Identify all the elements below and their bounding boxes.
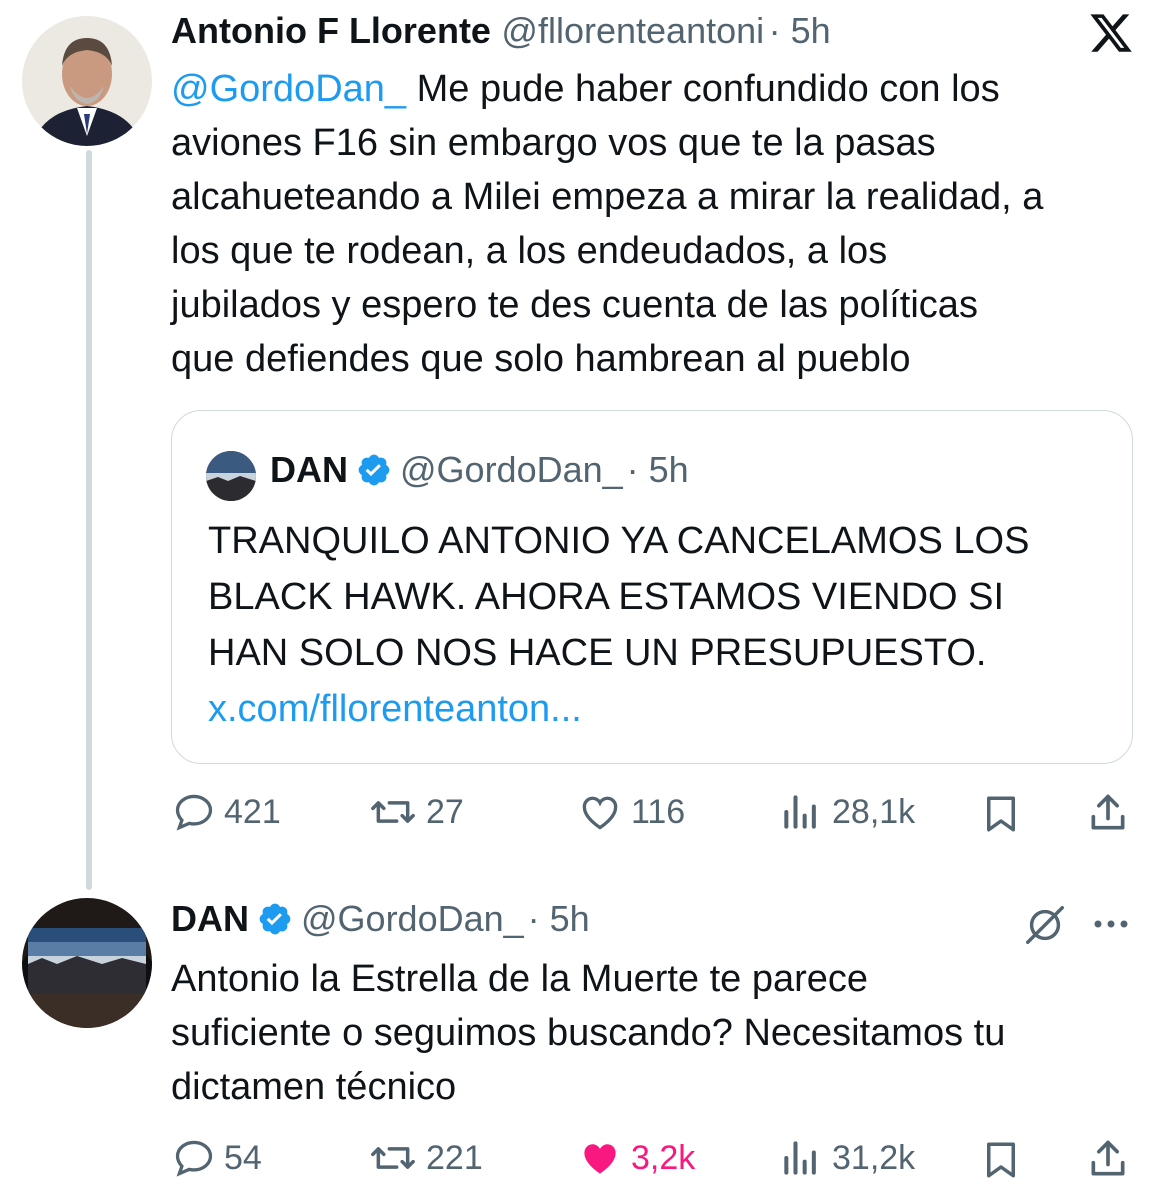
quote-line: TRANQUILO ANTONIO YA CANCELAMOS LOS — [208, 520, 1030, 562]
repost-button[interactable]: 221 — [368, 1136, 483, 1180]
thread-connector-line — [86, 150, 92, 890]
bookmark-icon — [987, 796, 1015, 832]
tweet2-header: DAN @GordoDan_ · 5h — [171, 898, 590, 940]
views-count: 31,2k — [832, 1138, 916, 1177]
quote-text: TRANQUILO ANTONIO YA CANCELAMOS LOS BLAC… — [208, 513, 1128, 737]
reply-icon — [172, 790, 216, 834]
bookmark-button[interactable] — [980, 792, 1022, 841]
share-button[interactable] — [1086, 1136, 1130, 1187]
text-line: Me pude haber confundido con los — [416, 68, 1000, 110]
quote-author-handle: @GordoDan_ — [400, 449, 623, 490]
bookmark-icon — [987, 1142, 1015, 1178]
repost-count: 27 — [426, 792, 464, 831]
x-logo-icon[interactable] — [1088, 10, 1134, 56]
share-icon — [1091, 794, 1125, 830]
repost-count: 221 — [426, 1138, 483, 1177]
bookmark-button[interactable] — [980, 1138, 1022, 1187]
text-line: que defiendes que solo hambrean al puebl… — [171, 338, 911, 380]
quote-author-name: DAN — [270, 449, 348, 490]
quote-avatar — [206, 451, 256, 501]
text-line: los que te rodean, a los endeudados, a l… — [171, 230, 888, 272]
verified-badge-icon — [257, 901, 293, 937]
repost-icon — [368, 1136, 418, 1180]
text-line: Antonio la Estrella de la Muerte te pare… — [171, 958, 869, 1000]
author-handle[interactable]: @GordoDan_ — [301, 898, 524, 940]
text-line: aviones F16 sin embargo vos que te la pa… — [171, 122, 936, 164]
heart-icon — [577, 790, 623, 834]
author-name[interactable]: DAN — [171, 898, 249, 940]
like-count: 3,2k — [631, 1138, 696, 1177]
more-icon[interactable] — [1088, 904, 1134, 944]
views-icon — [778, 1136, 824, 1180]
share-icon — [1091, 1140, 1125, 1176]
tweet1-text: @GordoDan_ Me pude haber confundido con … — [171, 62, 1146, 386]
quote-link[interactable]: x.com/fllorenteanton... — [208, 681, 1128, 737]
avatar-dan[interactable] — [22, 898, 152, 1028]
views-button[interactable]: 28,1k — [778, 790, 915, 834]
author-handle[interactable]: @fllorenteantoni — [501, 10, 764, 51]
quote-line: BLACK HAWK. AHORA ESTAMOS VIENDO SI — [208, 576, 1005, 618]
avatar-antonio[interactable] — [22, 16, 152, 146]
mention-link[interactable]: @GordoDan_ — [171, 68, 406, 110]
text-line: suficiente o seguimos buscando? Necesita… — [171, 1012, 1006, 1054]
text-line: jubilados y espero te des cuenta de las … — [171, 284, 978, 326]
post-time[interactable]: · 5h — [769, 10, 831, 51]
like-button[interactable]: 3,2k — [577, 1136, 695, 1180]
share-button[interactable] — [1086, 790, 1130, 841]
like-button[interactable]: 116 — [577, 790, 685, 834]
quote-post-time: · 5h — [626, 449, 689, 490]
views-icon — [778, 790, 824, 834]
heart-icon — [577, 1136, 623, 1180]
tweet2-text: Antonio la Estrella de la Muerte te pare… — [171, 952, 1146, 1114]
repost-icon — [368, 790, 418, 834]
verified-badge-icon — [356, 452, 392, 488]
tweet1-header: Antonio F Llorente @fllorenteantoni · 5h — [171, 10, 831, 52]
post-time[interactable]: · 5h — [528, 898, 590, 940]
quote-header: DAN @GordoDan_ · 5h — [270, 449, 689, 491]
text-line: dictamen técnico — [171, 1066, 457, 1108]
views-count: 28,1k — [832, 792, 916, 831]
like-count: 116 — [631, 792, 686, 831]
reply-count: 54 — [224, 1138, 262, 1177]
reply-button[interactable]: 54 — [172, 1136, 262, 1180]
reply-icon — [172, 1136, 216, 1180]
repost-button[interactable]: 27 — [368, 790, 464, 834]
reply-count: 421 — [224, 792, 281, 831]
text-line: alcahueteando a Milei empeza a mirar la … — [171, 176, 1044, 218]
views-button[interactable]: 31,2k — [778, 1136, 915, 1180]
author-name[interactable]: Antonio F Llorente — [171, 10, 491, 51]
reply-button[interactable]: 421 — [172, 790, 281, 834]
quote-line: HAN SOLO NOS HACE UN PRESUPUESTO. — [208, 632, 987, 674]
quoted-tweet-card[interactable]: DAN @GordoDan_ · 5h TRANQUILO ANTONIO YA… — [171, 410, 1133, 764]
grok-icon[interactable] — [1022, 902, 1068, 948]
